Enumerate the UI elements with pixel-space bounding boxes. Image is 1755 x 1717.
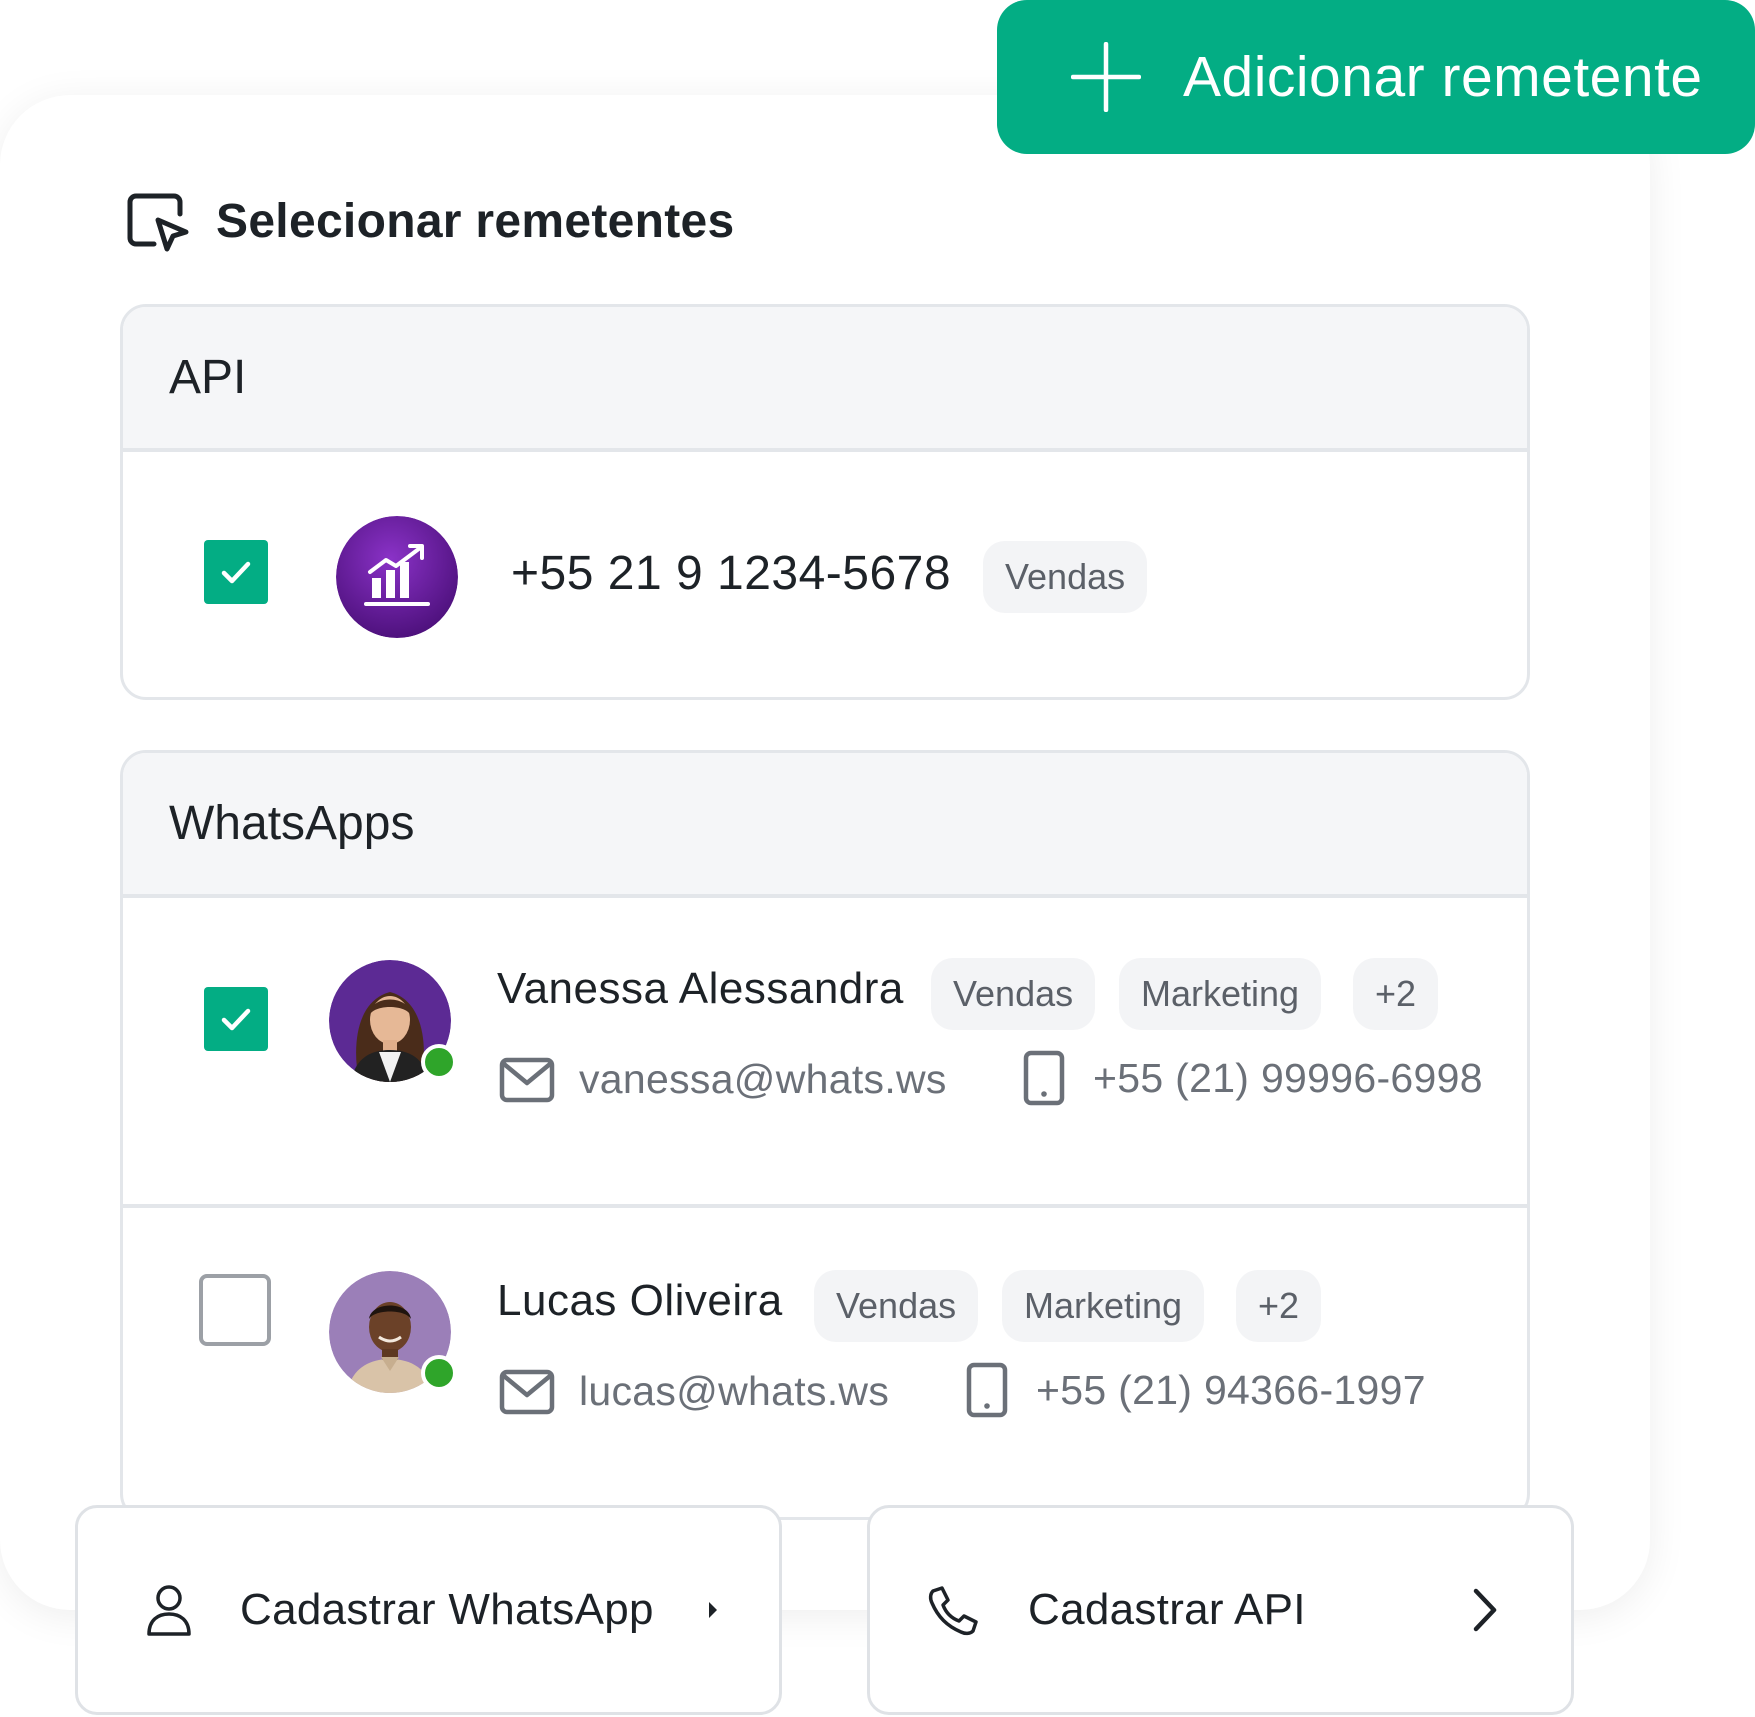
sender-email: vanessa@whats.ws <box>499 1056 947 1103</box>
mail-icon <box>499 1369 555 1414</box>
tag-badge: Vendas <box>983 541 1148 613</box>
sender-name: Lucas Oliveira <box>497 1276 783 1325</box>
register-whatsapp-button[interactable]: Cadastrar WhatsApp <box>75 1505 782 1715</box>
check-icon <box>221 1008 251 1031</box>
phone-value: +55 (21) 99996-6998 <box>1093 1054 1483 1101</box>
tag-badge: Vendas <box>931 958 1096 1030</box>
online-status-dot <box>421 1355 457 1391</box>
sender-row-vanessa[interactable]: Vanessa Alessandra Vendas Marketing +2 v… <box>123 898 1527 1208</box>
sender-selection-panel: Adicionar remetente Selecionar remetente… <box>0 0 1755 1717</box>
tag-badge: Marketing <box>1002 1270 1205 1342</box>
tag-badge: Vendas <box>814 1270 979 1342</box>
sender-checkbox[interactable] <box>204 987 268 1051</box>
online-status-dot <box>421 1044 457 1080</box>
plus-icon <box>1071 42 1141 112</box>
user-icon <box>147 1585 191 1636</box>
chart-growth-icon <box>336 516 458 638</box>
avatar <box>336 516 458 638</box>
caret-right-icon <box>708 1602 717 1618</box>
register-api-label: Cadastrar API <box>1028 1585 1306 1634</box>
chevron-right-icon <box>1473 1588 1497 1632</box>
phone-value: +55 (21) 94366-1997 <box>1036 1366 1426 1413</box>
mail-icon <box>499 1057 555 1102</box>
page-title: Selecionar remetentes <box>216 194 735 248</box>
add-sender-label: Adicionar remetente <box>1183 45 1703 109</box>
whatsapp-group: WhatsApps Vanessa Alessandra Vendas Mark… <box>120 750 1530 1520</box>
avatar <box>329 1271 457 1393</box>
tag-badge[interactable]: +2 <box>1236 1270 1322 1342</box>
sender-row-lucas[interactable]: Lucas Oliveira Vendas Marketing +2 lucas… <box>123 1208 1527 1517</box>
phone-icon <box>928 1586 978 1636</box>
sender-name: Vanessa Alessandra <box>497 964 904 1013</box>
register-whatsapp-label: Cadastrar WhatsApp <box>240 1585 654 1634</box>
api-sender-checkbox[interactable] <box>204 540 268 604</box>
sender-phone: +55 (21) 99996-6998 <box>1023 1050 1483 1106</box>
add-sender-button[interactable]: Adicionar remetente <box>997 0 1755 154</box>
sender-phone: +55 (21) 94366-1997 <box>966 1362 1426 1418</box>
register-api-button[interactable]: Cadastrar API <box>867 1505 1574 1715</box>
tag-badge: Marketing <box>1119 958 1322 1030</box>
sender-checkbox[interactable] <box>199 1274 271 1346</box>
api-group-header: API <box>123 307 1527 452</box>
tag-badge[interactable]: +2 <box>1353 958 1439 1030</box>
api-group: API +55 21 9 1234-5678 Vendas <box>120 304 1530 700</box>
email-value: lucas@whats.ws <box>579 1368 890 1414</box>
section-title: Selecionar remetentes <box>124 188 735 254</box>
api-sender-phone: +55 21 9 1234-5678 <box>511 547 952 600</box>
email-value: vanessa@whats.ws <box>579 1056 947 1102</box>
whatsapp-group-header: WhatsApps <box>123 753 1527 898</box>
mobile-phone-icon <box>1023 1050 1065 1106</box>
api-sender-row[interactable]: +55 21 9 1234-5678 Vendas <box>123 452 1527 697</box>
avatar <box>329 960 457 1082</box>
check-icon <box>221 561 251 584</box>
sender-email: lucas@whats.ws <box>499 1368 889 1415</box>
mobile-phone-icon <box>966 1362 1008 1418</box>
select-cursor-icon <box>127 193 189 252</box>
